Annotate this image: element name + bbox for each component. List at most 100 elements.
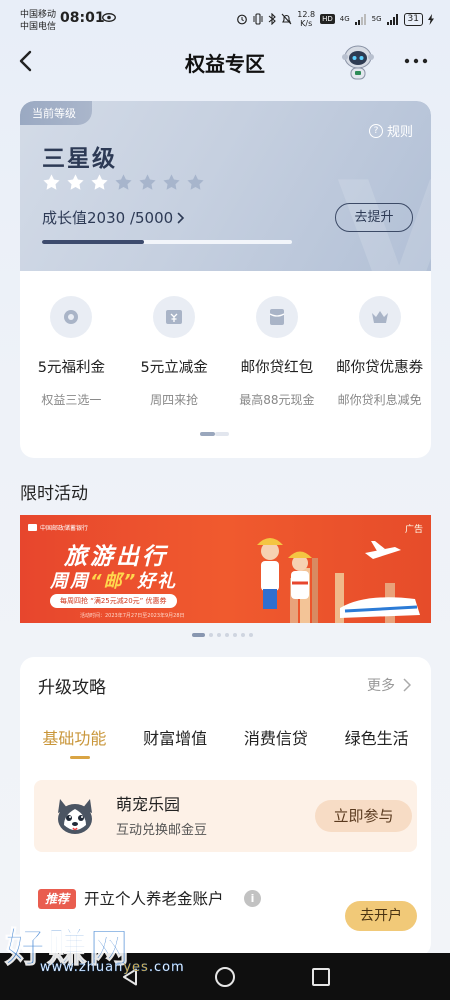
- page-title: 权益专区: [185, 52, 265, 76]
- travel-illustration-icon: [257, 538, 420, 623]
- more-label: 更多: [367, 678, 395, 694]
- carrier-2: 中国电信: [20, 22, 57, 32]
- pager-dot-active: [200, 432, 215, 436]
- crown-icon: [358, 296, 401, 338]
- url-prefix: www.zhuan: [40, 960, 124, 975]
- rules-link[interactable]: ? 规则: [368, 121, 413, 140]
- benefit-title: 邮你贷红包: [240, 360, 314, 376]
- carousel-dot: [241, 633, 245, 637]
- hd-badge: HD: [320, 14, 335, 24]
- site-watermark-url: www.zhuanyes.com: [40, 960, 185, 975]
- recommend-tag: 推荐: [38, 889, 76, 909]
- star-empty-icon: [115, 174, 132, 190]
- pension-account-title: 开立个人养老金账户: [84, 890, 224, 908]
- star-empty-icon: [187, 174, 204, 190]
- banner-subline-prefix: 周周: [50, 571, 90, 592]
- clock: 08:01: [60, 10, 105, 26]
- rules-label: 规则: [386, 125, 413, 140]
- pager-dot: [215, 432, 229, 436]
- robot-mascot-icon[interactable]: [338, 42, 378, 82]
- eye-icon: [102, 13, 116, 22]
- url-suffix: .com: [148, 960, 185, 975]
- carousel-dot: [225, 633, 229, 637]
- improve-button[interactable]: 去提升: [335, 203, 413, 232]
- upgrade-guide-card: 升级攻略 更多 基础功能 财富增值 消费信贷 绿色生活 萌宠乐园 互动兑换邮金豆…: [20, 657, 431, 957]
- open-account-button[interactable]: 去开户: [345, 901, 417, 931]
- question-icon: ?: [368, 123, 383, 138]
- benefit-subtitle: 权益三选一: [41, 393, 102, 407]
- star-empty-icon: [163, 174, 180, 190]
- system-home-icon[interactable]: [215, 967, 235, 987]
- more-link[interactable]: 更多: [367, 675, 411, 695]
- more-options-icon[interactable]: [404, 58, 428, 64]
- guide-tabs: 基础功能 财富增值 消费信贷 绿色生活: [20, 725, 431, 759]
- carousel-dot: [233, 633, 237, 637]
- banner-fine-print: 活动时间：2023年7月27日至2023年9月28日: [80, 613, 185, 619]
- growth-progress-bar: [42, 240, 292, 244]
- info-icon[interactable]: i: [244, 890, 261, 907]
- carousel-dot: [217, 633, 221, 637]
- limited-activity-title: 限时活动: [20, 484, 88, 504]
- signal-2-label: 5G: [371, 15, 382, 23]
- mute-icon: [281, 13, 292, 25]
- benefit-item-welfare[interactable]: 5元福利金 权益三选一: [20, 296, 123, 408]
- benefit-item-coupon[interactable]: 邮你贷优惠券 邮你贷利息减免: [328, 296, 431, 408]
- alarm-icon: [237, 14, 248, 25]
- tab-wealth-growth[interactable]: 财富增值: [143, 725, 207, 759]
- battery-indicator: 31: [403, 12, 423, 26]
- banner-subline-suffix: 好礼: [137, 571, 178, 592]
- net-speed: 12.8 K/s: [297, 10, 315, 28]
- benefits-row: 5元福利金 权益三选一 5元立减金 周四来抢 邮你贷红包 最高88元现金 邮你贷…: [20, 296, 431, 408]
- banner-offer-pill: 每周四抢 “满25元减20元” 优惠券: [50, 594, 177, 608]
- star-filled-icon: [67, 174, 84, 190]
- growth-progress-fill: [42, 240, 144, 244]
- bank-name: 中国邮政储蓄银行: [40, 525, 89, 532]
- pet-park-title: 萌宠乐园: [116, 795, 181, 814]
- carousel-dot: [209, 633, 213, 637]
- level-name: 三星级: [42, 146, 117, 172]
- benefit-title: 5元福利金: [37, 360, 105, 376]
- signal-1-label: 4G: [339, 15, 350, 23]
- status-indicators: 12.8 K/s HD 4G 5G 31: [236, 10, 434, 28]
- benefit-subtitle: 最高88元现金: [239, 393, 315, 407]
- benefit-title: 5元立减金: [140, 360, 208, 376]
- banner-headline: 旅游出行: [64, 544, 168, 570]
- bank-logo: 中国邮政储蓄银行: [28, 523, 88, 532]
- system-recents-icon[interactable]: [312, 968, 330, 986]
- benefit-subtitle: 邮你贷利息减免: [337, 393, 422, 407]
- benefit-item-discount[interactable]: 5元立减金 周四来抢: [123, 296, 226, 408]
- pet-park-subtitle: 互动兑换邮金豆: [116, 823, 208, 838]
- benefits-pager: [200, 432, 229, 436]
- coin-icon: [50, 296, 93, 338]
- signal-bars-1-icon: [354, 13, 366, 25]
- banner-subline: 周周“邮”好礼: [50, 567, 177, 593]
- signal-bars-2-icon: [386, 13, 398, 25]
- star-filled-icon: [91, 174, 108, 190]
- level-stars: [42, 173, 205, 192]
- banner-subline-highlight: “邮”: [90, 571, 138, 592]
- level-banner: V 当前等级 ? 规则 三星级 成长值2030 /5000 去提升: [20, 101, 431, 271]
- red-packet-icon: [255, 296, 298, 338]
- growth-value: 成长值2030 /5000: [42, 209, 174, 227]
- tab-consumer-credit[interactable]: 消费信贷: [244, 725, 308, 759]
- star-empty-icon: [139, 174, 156, 190]
- bluetooth-icon: [268, 13, 277, 25]
- net-speed-unit: K/s: [300, 19, 313, 28]
- net-speed-value: 12.8: [297, 10, 316, 19]
- carrier-1: 中国移动: [20, 10, 57, 20]
- promo-banner[interactable]: 中国邮政储蓄银行 广告 旅游出行 周周“邮”好礼 每周四抢 “满25元减20元”…: [20, 515, 431, 623]
- carrier-info: 中国移动 中国电信: [20, 9, 56, 33]
- pet-park-item[interactable]: 萌宠乐园 互动兑换邮金豆 立即参与: [34, 780, 417, 852]
- join-now-button[interactable]: 立即参与: [315, 800, 412, 832]
- postal-bank-logo-icon: [28, 524, 37, 531]
- chevron-right-icon[interactable]: [177, 212, 185, 224]
- husky-dog-icon: [58, 799, 92, 834]
- carousel-dot-active: [192, 633, 205, 637]
- membership-card: V 当前等级 ? 规则 三星级 成长值2030 /5000 去提升 5元福利金 …: [20, 101, 431, 458]
- benefit-title: 邮你贷优惠券: [336, 360, 424, 376]
- tab-green-life[interactable]: 绿色生活: [345, 725, 409, 759]
- tab-basic-functions[interactable]: 基础功能: [42, 725, 106, 759]
- benefit-item-red-packet[interactable]: 邮你贷红包 最高88元现金: [226, 296, 329, 408]
- current-level-tag: 当前等级: [20, 101, 92, 125]
- star-filled-icon: [43, 174, 60, 190]
